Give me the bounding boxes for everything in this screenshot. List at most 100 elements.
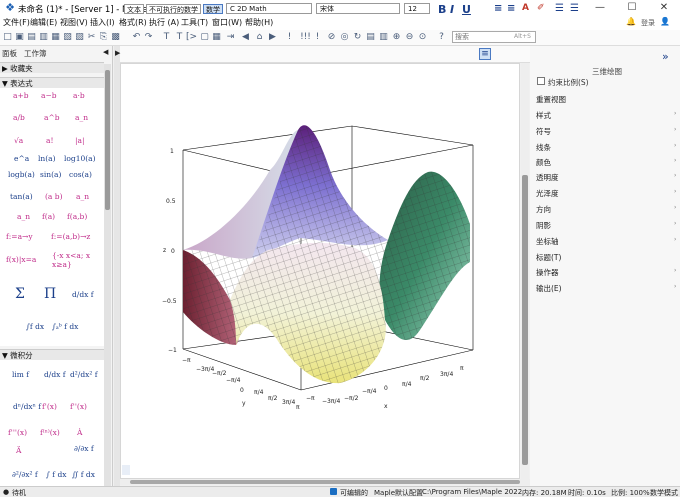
menu-help[interactable]: 帮助(H) [245, 17, 273, 28]
close-button[interactable]: ✕ [648, 0, 680, 16]
bell-icon[interactable]: 🔔 [626, 17, 636, 26]
collapse-panel-icon[interactable]: ◀ [103, 48, 108, 56]
debug-icon[interactable]: ◎ [339, 32, 350, 43]
help-icon[interactable]: ? [436, 32, 447, 43]
3d-surface-plot[interactable]: 1 0.5 0 −0.5 −1 z −π −3π/4 −π/2 −π/4 0 π… [121, 64, 520, 478]
context-item-export[interactable]: 输出(E) [536, 283, 562, 294]
copy-icon[interactable]: ⎘ [98, 32, 109, 43]
font-select[interactable]: 宋体 [316, 3, 400, 14]
restart-icon[interactable]: ↻ [352, 32, 363, 43]
palette-item[interactable]: a−b [41, 91, 57, 100]
palette-item[interactable]: tan(a) [10, 192, 33, 201]
input-cursor[interactable] [122, 465, 130, 475]
menu-window[interactable]: 窗口(W) [212, 17, 242, 28]
context-item-orientation[interactable]: 方向 [536, 204, 551, 215]
palette-item[interactable]: d/dx f [44, 370, 66, 379]
palette-item[interactable]: ∫ₐᵇ f dx [52, 322, 78, 331]
align-center-icon[interactable]: ≡ [494, 3, 502, 14]
double-chevron-icon[interactable]: » [662, 50, 669, 63]
insert-text-icon[interactable]: T [174, 32, 185, 43]
palette-item[interactable]: f:=(a,b)→z [51, 232, 90, 241]
user-icon[interactable]: 👤 [660, 17, 670, 26]
new-file-icon[interactable]: □ [2, 32, 13, 43]
style-select[interactable]: C 2D Math [226, 3, 312, 14]
table-icon[interactable]: ▦ [211, 32, 222, 43]
palette-item[interactable]: {-x x<a; x x≥a} [52, 251, 104, 269]
palette-item[interactable]: a+b [13, 91, 29, 100]
palette-item[interactable]: Σ [15, 286, 25, 302]
palette-item[interactable]: ∂²/∂x² f [12, 470, 38, 479]
bullet-list-icon[interactable]: ☰ [555, 3, 564, 14]
palette-item[interactable]: ln(a) [38, 154, 56, 163]
tab-palettes[interactable]: 面板 [2, 48, 17, 59]
palette-item[interactable]: f(a,b) [67, 212, 87, 221]
insert-image-icon[interactable]: ▢ [199, 32, 210, 43]
open-icon[interactable]: ▤ [26, 32, 37, 43]
menu-file[interactable]: 文件(F) [3, 17, 30, 28]
home-icon[interactable]: ⌂ [254, 32, 265, 43]
underline-button[interactable]: U [462, 3, 471, 16]
cut-icon[interactable]: ✂ [86, 32, 97, 43]
palette-item[interactable]: f'(x) [42, 402, 57, 411]
print-icon[interactable]: ▦ [50, 32, 61, 43]
palette-item[interactable]: d²/dx² f [70, 370, 98, 379]
align-left-icon[interactable]: ≡ [479, 48, 491, 60]
login-link[interactable]: 登录 [641, 18, 655, 28]
palette-item[interactable]: ∫ f dx [46, 470, 66, 479]
palette-item[interactable]: e^a [14, 154, 29, 163]
palette-item[interactable]: f(x)|x=a [6, 255, 36, 264]
palette-item[interactable]: Π [44, 286, 56, 302]
redo-icon[interactable]: ↷ [143, 32, 154, 43]
palette-item[interactable]: Ä [16, 446, 21, 455]
palette-item[interactable]: d/dx f [72, 290, 94, 299]
palette-item[interactable]: √a [14, 136, 23, 145]
context-item-titles[interactable]: 标题(T) [536, 252, 561, 263]
align-right-icon[interactable]: ≡ [507, 3, 515, 14]
palette-item[interactable]: ∬ f dx [72, 470, 95, 479]
palette-scroll-thumb[interactable] [105, 70, 110, 210]
menu-edit[interactable]: 编辑(E) [30, 17, 57, 28]
context-item-color[interactable]: 颜色 [536, 157, 551, 168]
menu-format[interactable]: 格式(R) [119, 17, 147, 28]
palette-item[interactable]: lim f [12, 370, 29, 379]
palette-item[interactable]: a_n [75, 113, 88, 122]
zoom-fit-icon[interactable]: ⊙ [417, 32, 428, 43]
context-item-reset-view[interactable]: 重置视图 [536, 94, 566, 105]
palette-item[interactable]: f'''(x) [8, 428, 27, 437]
palette-item[interactable]: a_n [17, 212, 30, 221]
palette-item[interactable]: f(a) [42, 212, 55, 221]
palette-item[interactable]: Ȧ [77, 428, 82, 437]
menu-insert[interactable]: 插入(I) [90, 17, 115, 28]
section-expressions[interactable]: ▼ 表达式 [0, 77, 104, 88]
context-item-style[interactable]: 样式 [536, 110, 551, 121]
context-item-axes[interactable]: 坐标轴 [536, 236, 559, 247]
menu-view[interactable]: 视图(V) [60, 17, 88, 28]
palette-item[interactable]: a^b [44, 113, 60, 122]
text-mode-icon[interactable]: T [161, 32, 172, 43]
context-item-line[interactable]: 线条 [536, 142, 551, 153]
constrained-scaling-checkbox[interactable] [537, 77, 545, 85]
tab-workbook[interactable]: 工作簿 [24, 48, 47, 59]
indent-icon[interactable]: ⇥ [225, 32, 236, 43]
minimize-button[interactable]: — [584, 0, 616, 16]
undo-icon[interactable]: ↶ [131, 32, 142, 43]
palette-item[interactable]: |a| [75, 136, 85, 145]
execute-worksheet-icon[interactable]: ! [312, 32, 323, 43]
palette-item[interactable]: ∂/∂x f [74, 444, 94, 453]
palette-item[interactable]: logb(a) [8, 170, 35, 179]
palette-item[interactable]: cos(a) [69, 170, 92, 179]
save-icon[interactable]: ▥ [38, 32, 49, 43]
context-item-transparency[interactable]: 透明度 [536, 172, 559, 183]
export-icon[interactable]: ▨ [74, 32, 85, 43]
palette-item[interactable]: log10(a) [64, 154, 96, 163]
paste-icon[interactable]: ▩ [110, 32, 121, 43]
palette-item[interactable]: dⁿ/dxⁿ f [13, 402, 41, 411]
bold-button[interactable]: B [438, 3, 446, 16]
maximize-button[interactable]: ☐ [616, 0, 648, 16]
text-mode-button[interactable]: 文本 [124, 4, 144, 14]
numbered-list-icon[interactable]: ☰ [570, 3, 579, 14]
palette-item[interactable]: a/b [13, 113, 25, 122]
palette-item[interactable]: a_n [76, 192, 89, 201]
italic-button[interactable]: I [450, 3, 454, 16]
section-calculus[interactable]: ▼ 微积分 [0, 349, 104, 360]
